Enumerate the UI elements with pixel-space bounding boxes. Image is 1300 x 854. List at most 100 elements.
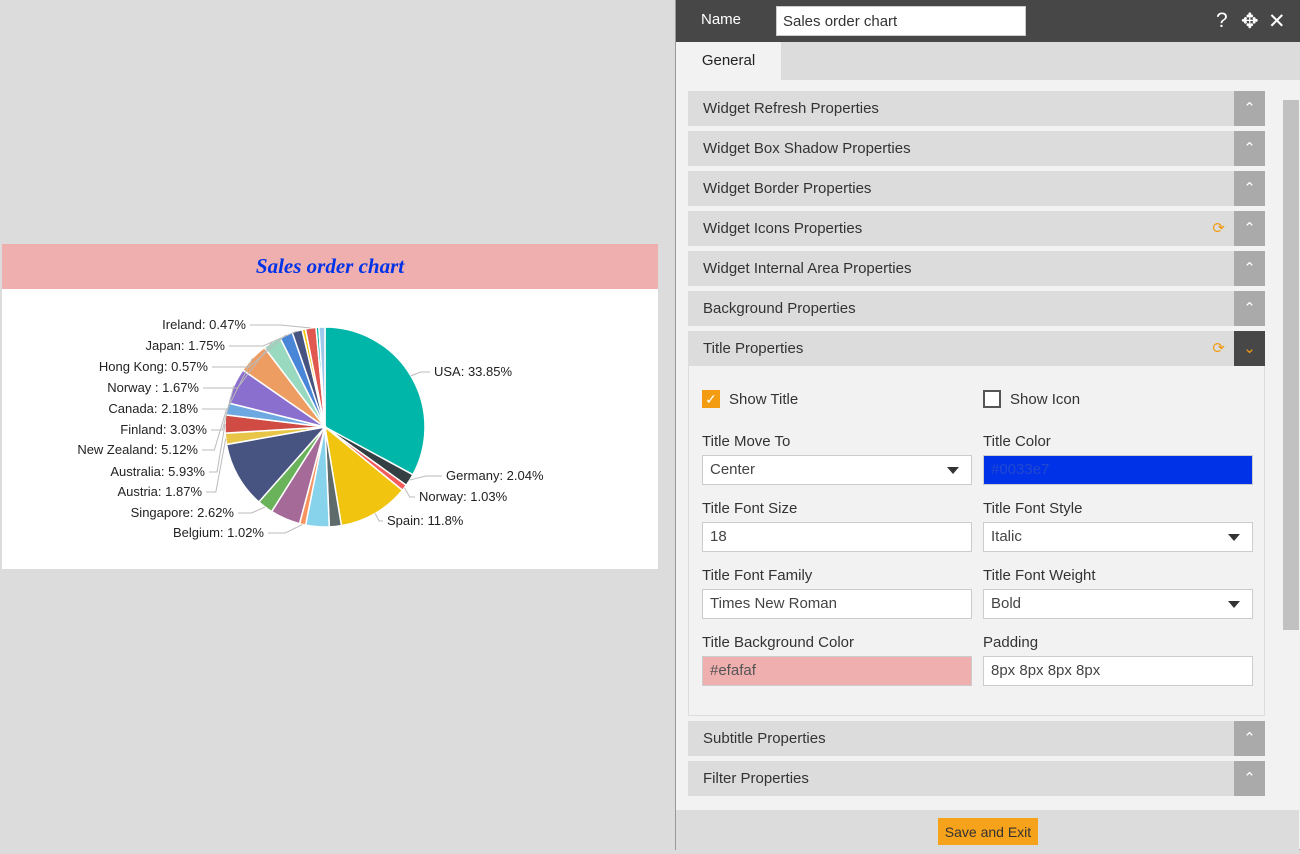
pie-chart: USA: 33.85% Germany: 2.04% Norway: 1.03% Sp…	[77, 317, 544, 540]
section-filter-properties[interactable]: Filter Properties ⌃	[688, 761, 1265, 796]
show-icon-label: Show Icon	[1010, 390, 1081, 408]
section-subtitle-properties[interactable]: Subtitle Properties ⌃	[688, 721, 1265, 756]
close-icon[interactable]: ✕	[1268, 9, 1286, 34]
title-color-input[interactable]: #0033e7	[983, 455, 1253, 485]
save-and-exit-button[interactable]: Save and Exit	[938, 818, 1038, 845]
title-font-style-select[interactable]: Italic	[983, 522, 1253, 552]
slice-label: Norway : 1.67%	[107, 380, 199, 395]
padding-field: Padding 8px 8px 8px 8px	[983, 634, 1253, 686]
panel-header: Name ? ✥ ✕	[676, 0, 1300, 42]
select-value: Bold	[991, 595, 1022, 612]
slice-label: Spain: 11.8%	[387, 513, 464, 528]
slice-label: Hong Kong: 0.57%	[99, 359, 209, 374]
section-widget-icons-properties[interactable]: Widget Icons Properties ⟳ ⌃	[688, 211, 1265, 246]
slice-label: Belgium: 1.02%	[173, 525, 264, 540]
checkbox-box	[983, 390, 1001, 408]
tab-general[interactable]: General	[676, 42, 781, 80]
section-title: Subtitle Properties	[703, 730, 826, 747]
tab-bar: General	[676, 42, 1300, 80]
chart-widget: Sales order chart USA: 33.85% Germany: 2.…	[2, 244, 658, 569]
name-input[interactable]	[776, 6, 1026, 36]
slice-label: Singapore: 2.62%	[131, 505, 235, 520]
chevron-up-icon[interactable]: ⌃	[1234, 291, 1265, 326]
title-move-to-field: Title Move To Center	[702, 433, 972, 485]
slice-label: Austria: 1.87%	[117, 484, 202, 499]
input-value: #efafaf	[710, 662, 756, 679]
chevron-up-icon[interactable]: ⌃	[1234, 761, 1265, 796]
scrollbar-thumb[interactable]	[1283, 100, 1299, 630]
input-value: 18	[710, 528, 727, 545]
leader-line	[410, 371, 430, 377]
slice-label: Germany: 2.04%	[446, 468, 544, 483]
section-title: Background Properties	[703, 300, 856, 317]
move-icon[interactable]: ✥	[1241, 9, 1259, 34]
show-icon-checkbox[interactable]: Show Icon	[983, 390, 1080, 408]
title-move-to-select[interactable]: Center	[702, 455, 972, 485]
section-background-properties[interactable]: Background Properties ⌃	[688, 291, 1265, 326]
field-label: Title Background Color	[702, 634, 855, 651]
properties-panel: Name ? ✥ ✕ General Widget Refresh Proper…	[675, 0, 1300, 850]
chevron-down-icon[interactable]: ⌄	[1234, 331, 1265, 366]
leader-line	[409, 475, 442, 481]
title-bg-color-field: Title Background Color #efafaf	[702, 634, 972, 686]
show-title-label: Show Title	[729, 390, 799, 408]
slice-label: USA: 33.85%	[434, 364, 512, 379]
input-value: 8px 8px 8px 8px	[991, 662, 1101, 679]
field-label: Title Font Style	[983, 500, 1083, 517]
title-font-size-input[interactable]: 18	[702, 522, 972, 552]
title-color-field: Title Color #0033e7	[983, 433, 1253, 485]
leader-line	[238, 506, 266, 514]
title-font-weight-select[interactable]: Bold	[983, 589, 1253, 619]
leader-line	[209, 423, 226, 473]
chevron-up-icon[interactable]: ⌃	[1234, 721, 1265, 756]
slice-label: New Zealand: 5.12%	[77, 442, 198, 457]
select-value: Center	[710, 461, 756, 478]
chevron-up-icon[interactable]: ⌃	[1234, 91, 1265, 126]
section-title: Widget Internal Area Properties	[703, 260, 912, 277]
field-label: Title Font Weight	[983, 567, 1096, 584]
section-title: Widget Box Shadow Properties	[703, 140, 911, 157]
chevron-up-icon[interactable]: ⌃	[1234, 211, 1265, 246]
input-value: Times New Roman	[710, 595, 837, 612]
slice-label: Norway: 1.03%	[419, 489, 508, 504]
field-label: Title Color	[983, 433, 1051, 450]
show-title-checkbox[interactable]: ✓ Show Title	[702, 390, 798, 408]
chevron-up-icon[interactable]: ⌃	[1234, 251, 1265, 286]
field-label: Title Font Size	[702, 500, 798, 517]
title-font-family-field: Title Font Family Times New Roman	[702, 567, 972, 619]
section-title: Widget Icons Properties	[703, 220, 863, 237]
section-widget-refresh-properties[interactable]: Widget Refresh Properties ⌃	[688, 91, 1265, 126]
section-widget-box-shadow-properties[interactable]: Widget Box Shadow Properties ⌃	[688, 131, 1265, 166]
title-font-weight-field: Title Font Weight Bold	[983, 567, 1253, 619]
scrollbar[interactable]	[1280, 82, 1299, 794]
section-title: Widget Border Properties	[703, 180, 872, 197]
title-font-family-input[interactable]: Times New Roman	[702, 589, 972, 619]
leader-line	[206, 438, 227, 493]
title-properties-body: ✓ Show Title Show Icon Title Move To Cente…	[688, 366, 1265, 716]
section-title-properties[interactable]: Title Properties ⟳ ⌄	[688, 331, 1265, 366]
slice-label: Japan: 1.75%	[145, 338, 225, 353]
title-font-style-field: Title Font Style Italic	[983, 500, 1253, 552]
chevron-down-icon	[947, 467, 959, 474]
section-widget-border-properties[interactable]: Widget Border Properties ⌃	[688, 171, 1265, 206]
slice-label: Ireland: 0.47%	[162, 317, 246, 332]
chevron-down-icon	[1228, 601, 1240, 608]
padding-input[interactable]: 8px 8px 8px 8px	[983, 656, 1253, 686]
leader-line	[268, 524, 303, 534]
input-value: #0033e7	[991, 461, 1050, 478]
leader-line	[250, 324, 311, 329]
refresh-icon[interactable]: ⟳	[1212, 331, 1225, 366]
leader-line	[403, 487, 415, 498]
slice-label: Finland: 3.03%	[120, 422, 207, 437]
title-font-size-field: Title Font Size 18	[702, 500, 972, 552]
chart-title: Sales order chart	[2, 244, 658, 289]
refresh-icon[interactable]: ⟳	[1212, 211, 1225, 246]
section-widget-internal-area-properties[interactable]: Widget Internal Area Properties ⌃	[688, 251, 1265, 286]
slice-label: Canada: 2.18%	[108, 401, 198, 416]
check-icon: ✓	[702, 390, 720, 408]
chevron-up-icon[interactable]: ⌃	[1234, 131, 1265, 166]
chevron-down-icon	[1228, 534, 1240, 541]
chevron-up-icon[interactable]: ⌃	[1234, 171, 1265, 206]
help-icon[interactable]: ?	[1216, 9, 1228, 33]
title-bg-color-input[interactable]: #efafaf	[702, 656, 972, 686]
